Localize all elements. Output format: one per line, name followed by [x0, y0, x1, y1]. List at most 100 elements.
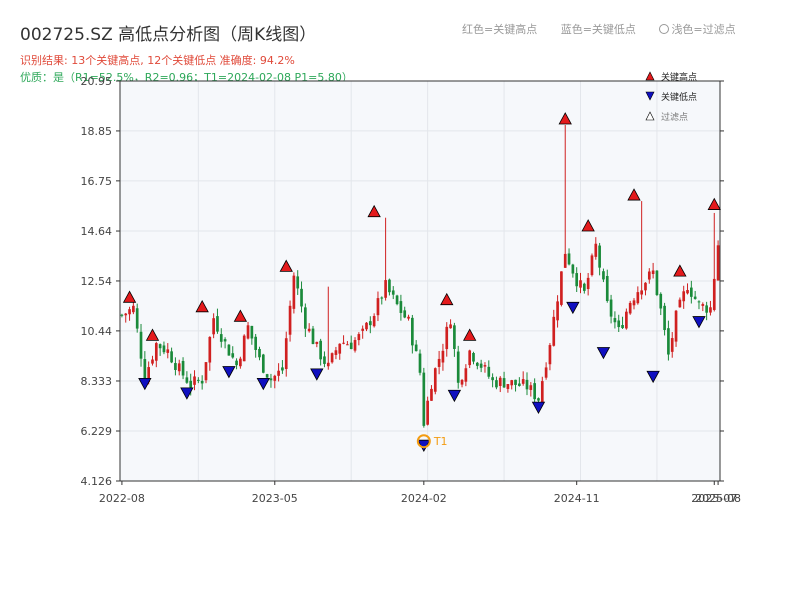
- candle-body: [426, 400, 429, 425]
- candle-body: [674, 310, 678, 342]
- candle-body: [368, 321, 372, 326]
- candle-body: [433, 368, 437, 392]
- candle-body: [128, 309, 131, 315]
- x-tick-label: 2023-05: [252, 492, 298, 505]
- candle-body: [292, 275, 296, 309]
- candle-body: [193, 376, 196, 385]
- candle-body: [208, 336, 212, 363]
- candle-body: [265, 374, 269, 378]
- y-tick-label: 14.64: [81, 225, 113, 238]
- candle-body: [177, 363, 181, 372]
- candle-body: [693, 296, 697, 299]
- candle-body: [640, 290, 643, 295]
- candle-body: [556, 301, 559, 321]
- candle-body: [594, 243, 598, 257]
- candle-body: [323, 356, 326, 364]
- candle-body: [227, 344, 231, 356]
- candle-body: [613, 318, 617, 323]
- x-tick-label: 2022-08: [99, 492, 145, 505]
- blue-triangle-down-icon: [645, 91, 655, 101]
- candle-body: [472, 352, 475, 362]
- candle-body: [655, 270, 659, 296]
- candle-body: [174, 363, 177, 370]
- candle-body: [483, 365, 487, 367]
- x-tick-label: 2024-02: [401, 492, 447, 505]
- candle-body: [376, 298, 380, 316]
- candle-body: [548, 345, 552, 365]
- candle-body: [487, 366, 491, 377]
- candle-body: [288, 305, 292, 335]
- candle-body: [579, 280, 582, 288]
- candle-body: [690, 287, 693, 297]
- y-tick-label: 8.333: [81, 375, 113, 388]
- candle-body: [273, 375, 277, 381]
- candle-body: [235, 360, 238, 366]
- candle-body: [185, 377, 189, 383]
- candle-body: [518, 383, 521, 386]
- candle-body: [124, 313, 128, 316]
- candle-body: [330, 353, 334, 363]
- candle-body: [602, 271, 605, 280]
- candle-body: [464, 368, 468, 382]
- x-tick-label: 2024-11: [554, 492, 600, 505]
- candle-body: [682, 291, 686, 302]
- candle-body: [151, 359, 154, 364]
- candle-body: [162, 345, 166, 353]
- candle-body: [135, 308, 139, 329]
- candle-body: [361, 328, 365, 331]
- legend-label-filtered: 过滤点: [661, 112, 689, 123]
- candle-body: [254, 336, 258, 350]
- candle-body: [334, 350, 338, 355]
- candle-body: [491, 377, 494, 381]
- candle-body: [300, 288, 303, 307]
- candle-body: [372, 316, 376, 327]
- candle-body: [498, 377, 502, 386]
- candle-body: [468, 350, 472, 366]
- t1-label: T1: [433, 435, 448, 448]
- white-triangle-icon: [645, 111, 655, 121]
- candle-body: [246, 325, 250, 339]
- candle-body: [395, 295, 399, 305]
- candle-body: [258, 348, 261, 358]
- candle-body: [628, 302, 632, 314]
- chart-legend: 关键高点 关键低点 过滤点: [645, 66, 697, 126]
- candle-body: [170, 351, 173, 363]
- y-tick-label: 12.54: [81, 275, 113, 288]
- candle-body: [357, 334, 361, 341]
- candle-body: [560, 271, 563, 305]
- candle-body: [166, 349, 170, 353]
- candle-body: [605, 275, 609, 301]
- candle-body: [686, 290, 689, 294]
- candle-body: [632, 300, 636, 306]
- candle-body: [242, 335, 246, 362]
- candle-body: [659, 293, 663, 309]
- candle-body: [449, 324, 452, 329]
- candle-body: [411, 317, 414, 346]
- y-tick-label: 4.126: [81, 475, 113, 488]
- candle-body: [281, 367, 284, 371]
- candle-body: [475, 362, 479, 366]
- candle-body: [407, 316, 410, 319]
- legend-label-high: 关键高点: [661, 72, 698, 83]
- candle-body: [586, 277, 590, 290]
- legend-filtered: 过滤点: [645, 106, 697, 126]
- candle-body: [139, 331, 143, 359]
- candle-body: [609, 299, 613, 317]
- candle-body: [284, 338, 288, 370]
- candle-body: [437, 358, 441, 367]
- candle-body: [197, 379, 200, 381]
- candle-body: [261, 354, 265, 373]
- candle-body: [651, 270, 655, 275]
- candle-body: [453, 325, 456, 349]
- candle-body: [667, 328, 670, 355]
- candle-body: [529, 385, 533, 390]
- candle-body: [533, 383, 536, 400]
- candle-body: [338, 343, 342, 354]
- y-tick-label: 16.75: [81, 175, 113, 188]
- candle-body: [647, 271, 651, 280]
- candle-body: [212, 318, 215, 335]
- candle-body: [391, 290, 395, 295]
- candle-body: [441, 350, 445, 363]
- candle-body: [181, 360, 185, 376]
- candle-body: [540, 381, 544, 404]
